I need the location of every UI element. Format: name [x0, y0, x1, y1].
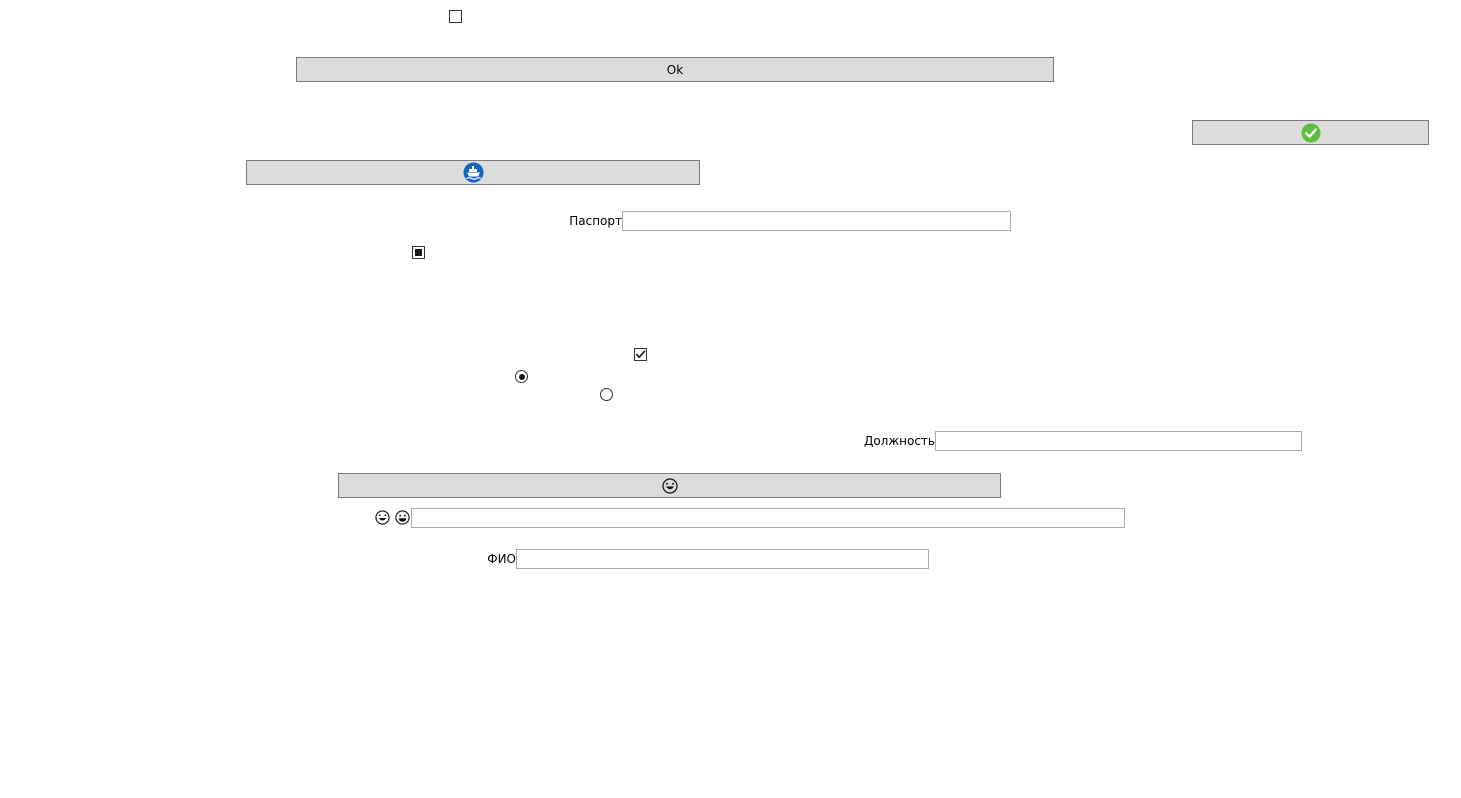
- position-field[interactable]: [935, 431, 1302, 451]
- ok-button[interactable]: Ok: [296, 57, 1054, 82]
- ship-icon: [463, 162, 484, 183]
- grinning-emoji-icon: [395, 510, 410, 525]
- emoji-field[interactable]: [411, 508, 1125, 528]
- fio-label: ФИО: [487, 552, 516, 566]
- check-circle-icon: [1301, 123, 1321, 143]
- middle-checkbox[interactable]: [412, 246, 425, 259]
- fio-field[interactable]: [516, 549, 929, 569]
- check-button[interactable]: [1192, 120, 1429, 145]
- position-label: Должность: [863, 434, 935, 448]
- radio-option-1[interactable]: [515, 370, 528, 383]
- laughing-emoji-icon: [661, 477, 678, 494]
- ok-button-label: Ok: [666, 62, 684, 77]
- radio-option-2[interactable]: [600, 388, 613, 401]
- passport-label: Паспорт: [569, 214, 622, 228]
- emoji-button[interactable]: [338, 473, 1001, 498]
- top-checkbox[interactable]: [449, 10, 462, 23]
- checkmark-icon: [635, 350, 646, 359]
- laughing-emoji-icon: [375, 510, 390, 525]
- lower-checkbox[interactable]: [634, 348, 647, 361]
- ship-button[interactable]: [246, 160, 700, 185]
- passport-field[interactable]: [622, 211, 1011, 231]
